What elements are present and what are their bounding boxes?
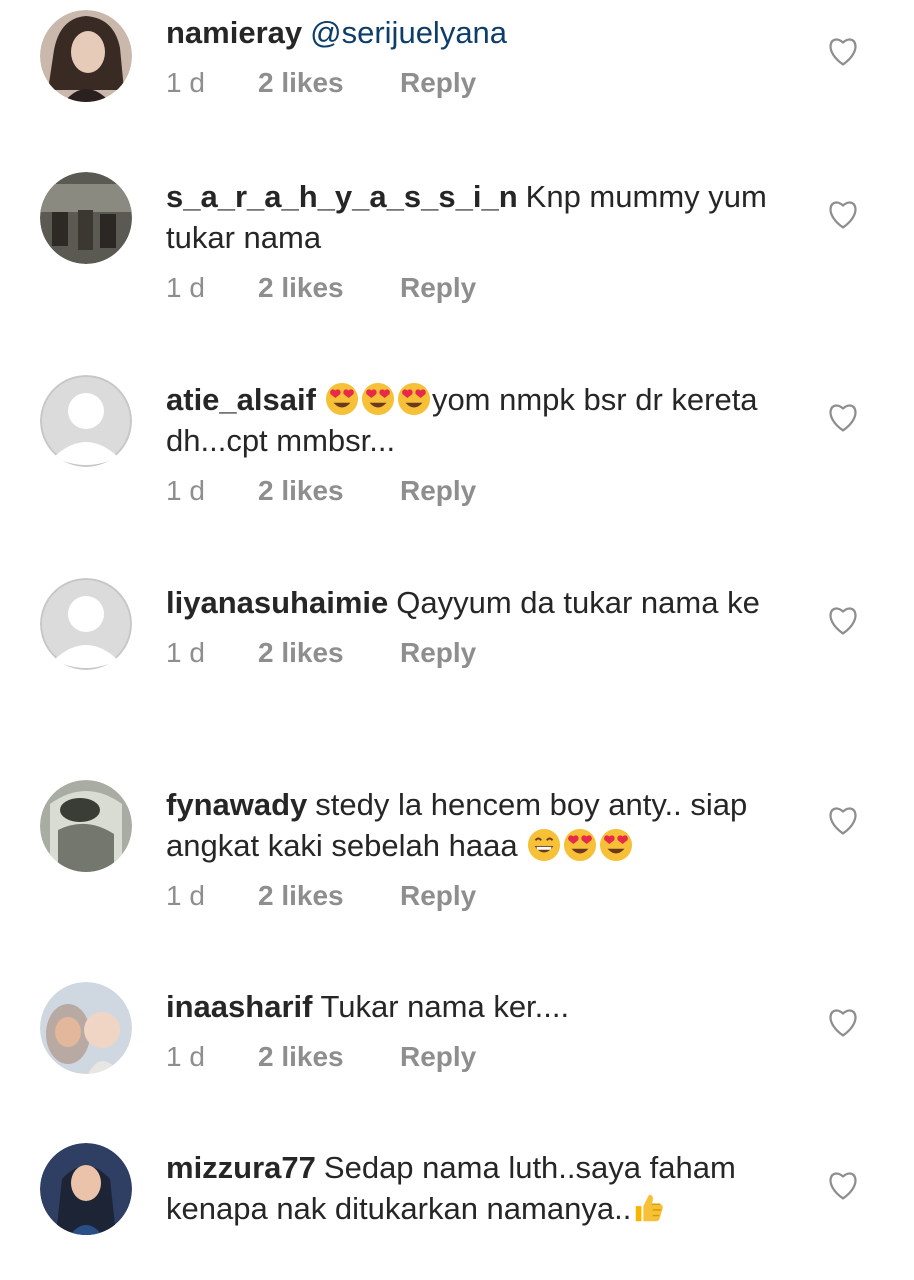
heart-eyes-emoji-icon [397,382,431,416]
comment: namieray @serijuelyana 1 d 2 likes Reply [0,8,914,168]
comment: atie_alsaif yom nmpk bsr dr kereta dh...c… [0,375,914,565]
reply-button[interactable]: Reply [400,876,476,916]
comment-body: s_a_r_a_h_y_a_s_s_i_n Knp mummy yum tukar… [166,176,786,308]
comment-timestamp: 1 d [166,880,205,911]
heart-eyes-emoji-icon [563,828,597,862]
like-count[interactable]: 2 likes [258,268,400,308]
heart-outline-icon[interactable] [826,1006,860,1038]
avatar[interactable] [40,1143,132,1235]
comment-body: liyanasuhaimie Qayyum da tukar nama ke 1 … [166,582,786,673]
default-avatar[interactable] [40,375,132,467]
comment-content: Qayyum da tukar nama ke [396,585,760,620]
like-count[interactable]: 2 likes [258,471,400,511]
comment-username[interactable]: mizzura77 [166,1150,316,1185]
comment-text: liyanasuhaimie Qayyum da tukar nama ke [166,582,786,623]
reply-button[interactable]: Reply [400,268,476,308]
reply-button[interactable]: Reply [400,471,476,511]
heart-outline-icon[interactable] [826,804,860,836]
avatar[interactable] [40,780,132,872]
heart-eyes-emoji-icon [325,382,359,416]
comment-meta: 1 d 2 likes Reply [166,268,786,308]
comment-text: inaasharif Tukar nama ker.... [166,986,786,1027]
heart-outline-icon[interactable] [826,35,860,67]
comment-body: namieray @serijuelyana 1 d 2 likes Reply [166,12,786,103]
comment-username[interactable]: liyanasuhaimie [166,585,388,620]
mention-link[interactable]: @serijuelyana [310,15,507,50]
heart-outline-icon[interactable] [826,1169,860,1201]
comment: fynawady stedy la hencem boy anty.. siap … [0,780,914,970]
reply-button[interactable]: Reply [400,633,476,673]
avatar[interactable] [40,172,132,264]
like-count[interactable]: 2 likes [258,1037,400,1077]
comment-username[interactable]: inaasharif [166,989,312,1024]
comment: liyanasuhaimie Qayyum da tukar nama ke 1 … [0,578,914,768]
comment-meta: 1 d 2 likes Reply [166,1037,786,1077]
comment-timestamp: 1 d [166,272,205,303]
like-count[interactable]: 2 likes [258,876,400,916]
comment: inaasharif Tukar nama ker.... 1 d 2 likes R… [0,982,914,1132]
comment-body: fynawady stedy la hencem boy anty.. siap … [166,784,786,916]
comment-body: mizzura77 Sedap nama luth..saya faham ken… [166,1147,786,1229]
avatar[interactable] [40,982,132,1074]
reply-button[interactable]: Reply [400,63,476,103]
reply-button[interactable]: Reply [400,1037,476,1077]
heart-outline-icon[interactable] [826,401,860,433]
comment-meta: 1 d 2 likes Reply [166,876,786,916]
like-count[interactable]: 2 likes [258,63,400,103]
comment-text: namieray @serijuelyana [166,12,786,53]
comment-body: inaasharif Tukar nama ker.... 1 d 2 likes R… [166,986,786,1077]
comment-text: fynawady stedy la hencem boy anty.. siap … [166,784,786,866]
heart-outline-icon[interactable] [826,604,860,636]
comment-meta: 1 d 2 likes Reply [166,471,786,511]
comment-text: s_a_r_a_h_y_a_s_s_i_n Knp mummy yum tukar… [166,176,786,258]
comment-timestamp: 1 d [166,475,205,506]
thumbs-up-emoji-icon [632,1191,666,1225]
comment-text: mizzura77 Sedap nama luth..saya faham ken… [166,1147,786,1229]
comment: mizzura77 Sedap nama luth..saya faham ken… [0,1143,914,1280]
comment-body: atie_alsaif yom nmpk bsr dr kereta dh...c… [166,379,786,511]
comment-username[interactable]: fynawady [166,787,307,822]
comment-text: atie_alsaif yom nmpk bsr dr kereta dh...c… [166,379,786,461]
heart-outline-icon[interactable] [826,198,860,230]
comment-timestamp: 1 d [166,1041,205,1072]
heart-eyes-emoji-icon [599,828,633,862]
comment-username[interactable]: namieray [166,15,302,50]
comment-username[interactable]: atie_alsaif [166,382,316,417]
comment-username[interactable]: s_a_r_a_h_y_a_s_s_i_n [166,179,518,214]
heart-eyes-emoji-icon [361,382,395,416]
comment-timestamp: 1 d [166,637,205,668]
like-count[interactable]: 2 likes [258,633,400,673]
comment-meta: 1 d 2 likes Reply [166,633,786,673]
avatar[interactable] [40,10,132,102]
comment-content: Tukar nama ker.... [320,989,570,1024]
comment: s_a_r_a_h_y_a_s_s_i_n Knp mummy yum tukar… [0,172,914,362]
grinning-emoji-icon [527,828,561,862]
comment-timestamp: 1 d [166,67,205,98]
comment-meta: 1 d 2 likes Reply [166,63,786,103]
default-avatar[interactable] [40,578,132,670]
